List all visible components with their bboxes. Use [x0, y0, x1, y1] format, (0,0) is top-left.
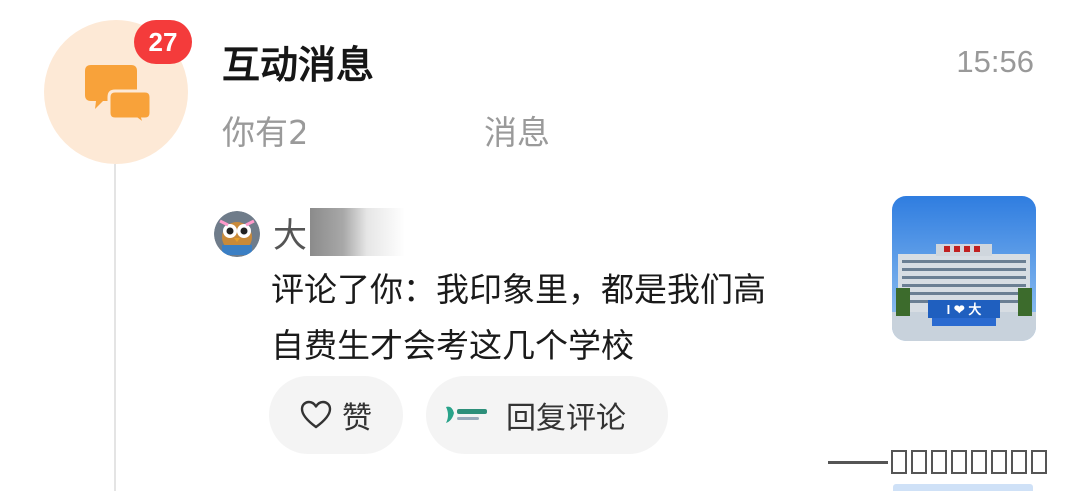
owl-avatar-icon: [214, 211, 260, 257]
commenter-avatar[interactable]: [214, 211, 260, 257]
comment-line-1: 评论了你：我印象里，都是我们高: [271, 270, 766, 309]
conversation-title: 互动消息: [222, 43, 375, 87]
sign-text: I ❤ 大: [947, 302, 982, 317]
reply-comment-button[interactable]: 回复评论: [426, 376, 668, 454]
timestamp: 15:56: [956, 44, 1034, 79]
like-label: 赞: [342, 401, 372, 436]
redacted-area: [305, 102, 483, 160]
comment-text[interactable]: 评论了你：我印象里，都是我们高 自费生才会考这几个学校: [271, 262, 841, 374]
subtitle-suffix: 消息: [484, 113, 550, 152]
decorative-strip: [828, 450, 1047, 474]
notification-item[interactable]: 27 互动消息 15:56 你有2 消息 大 评论了你：我印象里，都是我们高 自费…: [0, 0, 1067, 491]
commenter-name[interactable]: 大: [273, 208, 307, 257]
timeline-line: [114, 164, 116, 491]
post-thumbnail[interactable]: I ❤ 大: [892, 196, 1036, 341]
comment-line-2: 自费生才会考这几个学校: [271, 326, 634, 365]
next-item-edge: [893, 484, 1033, 491]
like-button[interactable]: 赞: [269, 376, 403, 454]
reply-label: 回复评论: [506, 401, 626, 436]
campus-photo: I ❤ 大: [892, 196, 1036, 341]
subtitle-prefix: 你有2: [222, 113, 309, 152]
heart-outline-icon: [300, 400, 332, 429]
unread-count-badge: 27: [134, 20, 192, 64]
app-logo-icon: [446, 406, 487, 423]
chat-bubbles-icon: [85, 65, 151, 127]
redacted-name: [310, 208, 405, 256]
